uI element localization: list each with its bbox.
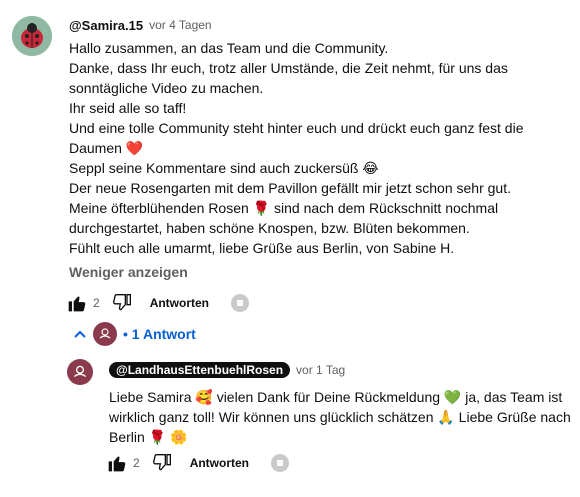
reply-button[interactable]: Antworten <box>190 456 249 470</box>
rose-logo-icon <box>73 365 87 378</box>
comment-time[interactable]: vor 4 Tagen <box>149 18 212 32</box>
reply-author-avatar[interactable] <box>67 359 93 385</box>
creator-mini-avatar <box>93 322 117 346</box>
comment-line: Ihr seid alle so taff! <box>69 100 187 116</box>
reply-button[interactable]: Antworten <box>150 296 209 310</box>
reply-text: Liebe Samira 🥰 vielen Dank für Deine Rüc… <box>109 387 571 447</box>
reply: @LandhausEttenbuehlRosen vor 1 Tag Liebe… <box>109 360 571 447</box>
comment-line: Der neue Rosengarten mit dem Pavillon ge… <box>69 180 511 196</box>
ladybug-icon <box>12 16 52 56</box>
comment-header: @Samira.15 vor 4 Tagen <box>69 16 569 34</box>
comment-line: durchgestartet, haben schöne Knospen, bz… <box>69 220 470 236</box>
comment-line: Meine öfterblühenden Rosen 🌹 sind nach d… <box>69 200 499 216</box>
comment-line: Seppl seine Kommentare sind auch zuckers… <box>69 160 379 176</box>
creator-heart-icon <box>231 294 250 312</box>
reply-author-chip[interactable]: @LandhausEttenbuehlRosen <box>109 362 291 378</box>
reply-line: Liebe Samira 🥰 vielen Dank für Deine Rüc… <box>109 389 563 405</box>
comment: @Samira.15 vor 4 Tagen Hallo zusammen, a… <box>69 16 569 281</box>
comment-actions: 2 Antworten <box>67 291 250 315</box>
comment-line: Daumen ❤️ <box>69 140 144 156</box>
show-less-button[interactable]: Weniger anzeigen <box>69 264 569 280</box>
reply-line: wirklich ganz toll! Wir können uns glück… <box>109 409 571 425</box>
creator-heart-icon <box>271 454 290 472</box>
thumbs-up-icon[interactable] <box>107 453 127 473</box>
reply-time[interactable]: vor 1 Tag <box>296 363 345 377</box>
chevron-up-icon <box>74 330 86 338</box>
replies-count: • 1 Antwort <box>123 326 196 342</box>
thumbs-down-icon[interactable] <box>152 453 172 473</box>
comment-line: Fühlt euch alle umarmt, liebe Grüße aus … <box>69 240 455 256</box>
thumbs-up-icon[interactable] <box>67 293 87 313</box>
comment-line: sonntägliche Video zu machen. <box>69 80 264 96</box>
like-count: 2 <box>93 296 100 310</box>
thumbs-down-icon[interactable] <box>112 293 132 313</box>
comment-text: Hallo zusammen, an das Team und die Comm… <box>69 38 569 258</box>
reply-header: @LandhausEttenbuehlRosen vor 1 Tag <box>109 360 569 380</box>
comment-author[interactable]: @Samira.15 <box>69 18 143 33</box>
comment-line: Und eine tolle Community steht hinter eu… <box>69 120 524 136</box>
comment-line: Hallo zusammen, an das Team und die Comm… <box>69 40 389 56</box>
like-count: 2 <box>133 456 140 470</box>
comment-line: Danke, dass Ihr euch, trotz aller Umstän… <box>69 60 508 76</box>
commenter-avatar[interactable] <box>12 16 52 56</box>
reply-actions: 2 Antworten <box>107 451 290 475</box>
replies-toggle[interactable]: • 1 Antwort <box>73 322 196 346</box>
replies-count-label: 1 Antwort <box>131 326 196 342</box>
reply-line: Berlin 🌹 🌼 <box>109 429 188 445</box>
